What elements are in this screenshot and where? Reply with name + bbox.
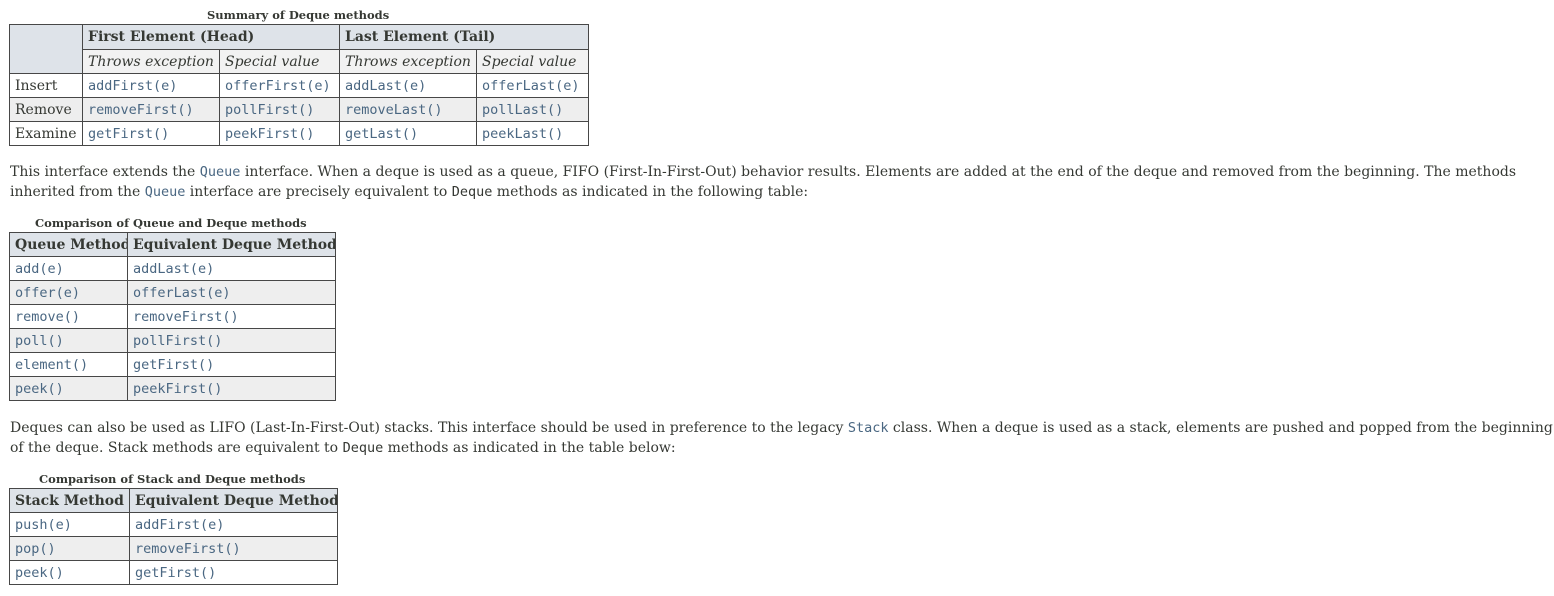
method-link[interactable]: addFirst(e) xyxy=(135,517,224,533)
method-link[interactable]: add(e) xyxy=(15,261,64,277)
summary-table: First Element (Head) Last Element (Tail)… xyxy=(9,24,589,146)
stack-description-paragraph: Deques can also be used as LIFO (Last-In… xyxy=(10,418,1554,458)
method-link[interactable]: removeFirst() xyxy=(88,102,194,118)
method-link[interactable]: getFirst() xyxy=(88,126,169,142)
queue-comparison-table: Queue Method Equivalent Deque Method add… xyxy=(9,232,336,401)
summary-sub-throws-head: Throws exception xyxy=(82,49,220,74)
stack-method-header: Stack Method xyxy=(9,488,130,513)
stack-link[interactable]: Stack xyxy=(848,420,889,436)
table-row: peek() peekFirst() xyxy=(9,376,336,401)
method-link[interactable]: getLast() xyxy=(345,126,418,142)
method-link[interactable]: element() xyxy=(15,357,88,373)
method-link[interactable]: offerFirst(e) xyxy=(225,78,331,94)
paragraph-text: This interface extends the xyxy=(10,164,200,180)
method-link[interactable]: peekLast() xyxy=(482,126,563,142)
method-link[interactable]: peek() xyxy=(15,565,64,581)
summary-sub-special-tail: Special value xyxy=(476,49,589,74)
method-link[interactable]: poll() xyxy=(15,333,64,349)
row-label: Examine xyxy=(9,121,83,146)
table-row: Examine getFirst() peekFirst() getLast()… xyxy=(9,121,589,146)
table-row: remove() removeFirst() xyxy=(9,304,336,329)
paragraph-text: methods as indicated in the table below: xyxy=(383,440,676,456)
method-link[interactable]: offerLast(e) xyxy=(133,285,231,301)
method-link[interactable]: addLast(e) xyxy=(345,78,426,94)
summary-head-group: First Element (Head) xyxy=(82,24,340,50)
stack-comparison-table: Stack Method Equivalent Deque Method pus… xyxy=(9,488,338,585)
method-link[interactable]: pollFirst() xyxy=(133,333,222,349)
table-row: poll() pollFirst() xyxy=(9,328,336,353)
stack-table-caption: Comparison of Stack and Deque methods xyxy=(39,472,306,486)
deque-code: Deque xyxy=(451,184,493,200)
method-link[interactable]: peekFirst() xyxy=(133,381,222,397)
table-row: Insert addFirst(e) offerFirst(e) addLast… xyxy=(9,73,589,98)
summary-sub-throws-tail: Throws exception xyxy=(339,49,477,74)
summary-empty-corner xyxy=(9,24,83,74)
row-label: Remove xyxy=(9,97,83,122)
table-row: pop() removeFirst() xyxy=(9,536,338,561)
method-link[interactable]: remove() xyxy=(15,309,80,325)
queue-table-caption: Comparison of Queue and Deque methods xyxy=(35,216,307,230)
method-link[interactable]: pollLast() xyxy=(482,102,563,118)
table-row: element() getFirst() xyxy=(9,352,336,377)
table-row: Remove removeFirst() pollFirst() removeL… xyxy=(9,97,589,122)
row-label: Insert xyxy=(9,73,83,98)
table-row: add(e) addLast(e) xyxy=(9,256,336,281)
method-link[interactable]: push(e) xyxy=(15,517,72,533)
table-row: push(e) addFirst(e) xyxy=(9,512,338,537)
method-link[interactable]: removeLast() xyxy=(345,102,443,118)
paragraph-text: Deques can also be used as LIFO (Last-In… xyxy=(10,420,848,436)
method-link[interactable]: peek() xyxy=(15,381,64,397)
deque-code: Deque xyxy=(342,440,384,456)
summary-table-caption: Summary of Deque methods xyxy=(207,8,390,22)
summary-tail-group: Last Element (Tail) xyxy=(339,24,589,50)
method-link[interactable]: pop() xyxy=(15,541,56,557)
method-link[interactable]: removeFirst() xyxy=(133,309,239,325)
queue-method-header: Queue Method xyxy=(9,232,128,257)
paragraph-text: methods as indicated in the following ta… xyxy=(492,184,809,200)
paragraph-text: interface are precisely equivalent to xyxy=(185,184,452,200)
method-link[interactable]: pollFirst() xyxy=(225,102,314,118)
method-link[interactable]: peekFirst() xyxy=(225,126,314,142)
method-link[interactable]: addLast(e) xyxy=(133,261,214,277)
summary-sub-special-head: Special value xyxy=(219,49,340,74)
table-row: offer(e) offerLast(e) xyxy=(9,280,336,305)
queue-link[interactable]: Queue xyxy=(200,164,241,180)
method-link[interactable]: offer(e) xyxy=(15,285,80,301)
method-link[interactable]: addFirst(e) xyxy=(88,78,177,94)
method-link[interactable]: getFirst() xyxy=(133,357,214,373)
equivalent-deque-method-header: Equivalent Deque Method xyxy=(127,232,336,257)
queue-link[interactable]: Queue xyxy=(145,184,186,200)
method-link[interactable]: removeFirst() xyxy=(135,541,241,557)
method-link[interactable]: offerLast(e) xyxy=(482,78,580,94)
queue-description-paragraph: This interface extends the Queue interfa… xyxy=(10,162,1554,202)
table-row: peek() getFirst() xyxy=(9,560,338,585)
equivalent-deque-method-header: Equivalent Deque Method xyxy=(129,488,338,513)
method-link[interactable]: getFirst() xyxy=(135,565,216,581)
